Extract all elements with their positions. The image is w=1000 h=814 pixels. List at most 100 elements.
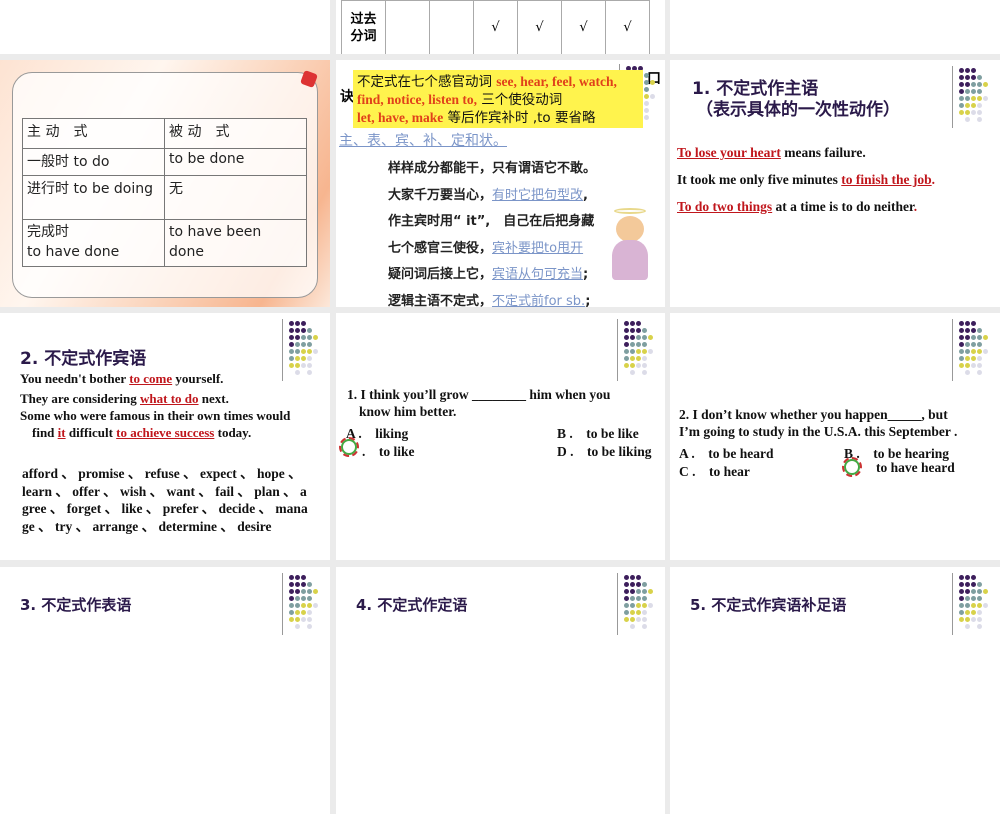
slide-thumbnail[interactable]: 5. 不定式作宾语补足语 <box>670 567 1000 814</box>
dot <box>977 103 982 108</box>
header-cell: 主 动 式 <box>22 118 165 149</box>
text: 逻辑主语不定式， <box>388 293 493 308</box>
dot <box>642 589 647 594</box>
dot <box>301 363 306 368</box>
text: , <box>583 187 588 203</box>
dot <box>307 342 312 347</box>
check-cell: √ <box>561 0 606 54</box>
example-sentence: You needn't bother to come yourself. <box>20 371 223 387</box>
poem-line: 样样成分都能干，只有谓语它不敢。 <box>388 156 596 183</box>
dot <box>307 589 312 594</box>
dot <box>630 624 635 629</box>
dot <box>644 108 649 113</box>
dot <box>959 363 964 368</box>
dot <box>971 110 976 115</box>
text: at a time is to do neither <box>772 199 914 214</box>
dot <box>959 110 964 115</box>
dot <box>977 370 982 375</box>
dot <box>977 596 982 601</box>
slide-thumbnail[interactable]: 2. I don’t know whether you happen_____,… <box>670 313 1000 560</box>
dot <box>971 617 976 622</box>
dot <box>959 68 964 73</box>
dot <box>636 575 641 580</box>
dot <box>630 342 635 347</box>
dot <box>977 603 982 608</box>
dot <box>971 335 976 340</box>
dot <box>650 80 655 85</box>
text: what to do <box>140 391 199 406</box>
dot <box>959 342 964 347</box>
dot <box>965 610 970 615</box>
dot <box>644 94 649 99</box>
text: next. <box>198 391 229 406</box>
slide-thumbnail[interactable]: 3. 不定式作表语 <box>0 567 330 814</box>
slide-thumbnail[interactable]: 过去 分词 √ √ √ √ <box>336 0 665 54</box>
check-cell: √ <box>473 0 518 54</box>
dot <box>642 370 647 375</box>
dot <box>971 356 976 361</box>
dot <box>301 328 306 333</box>
dot <box>965 117 970 122</box>
dot <box>977 610 982 615</box>
dot <box>295 370 300 375</box>
dot <box>965 89 970 94</box>
dot <box>648 589 653 594</box>
slide-thumbnail[interactable]: 诀 口 不定式在七个感官动词 see, hear, feel, watch, f… <box>336 60 665 307</box>
cell: 完成时 to have done <box>22 219 165 267</box>
dot <box>959 349 964 354</box>
dot <box>624 349 629 354</box>
text: To lose your heart <box>677 145 781 160</box>
dot <box>971 582 976 587</box>
dot <box>307 335 312 340</box>
slide-thumbnail[interactable] <box>670 0 1000 54</box>
option-c: C . to hear <box>679 464 750 479</box>
dot <box>971 321 976 326</box>
dot <box>971 342 976 347</box>
dot <box>289 363 294 368</box>
slide-thumbnail[interactable]: 4. 不定式作定语 <box>336 567 665 814</box>
dot <box>307 596 312 601</box>
dot <box>977 617 982 622</box>
dot <box>971 75 976 80</box>
text: difficult <box>65 425 117 440</box>
question-text: 1. I think you’ll grow ________ him when… <box>347 387 611 402</box>
dot <box>295 363 300 368</box>
cell: to be done <box>164 148 307 176</box>
example-sentence: To lose your heart means failure. <box>677 145 866 161</box>
dot <box>295 335 300 340</box>
dot <box>307 582 312 587</box>
dot <box>301 335 306 340</box>
sun-icon <box>842 457 862 477</box>
slide-thumbnail[interactable]: 1. 不定式作主语 （表示具体的一次性动作） To lose your hear… <box>670 60 1000 307</box>
dot <box>289 610 294 615</box>
dot <box>301 575 306 580</box>
dot <box>965 582 970 587</box>
dot <box>624 328 629 333</box>
dot <box>636 342 641 347</box>
dot <box>630 617 635 622</box>
slide-thumbnail[interactable]: 主 动 式被 动 式 一般时 to do to be done 进行时 to be… <box>0 60 330 307</box>
slide-subtitle: （表示具体的一次性动作） <box>696 100 900 120</box>
slide-thumbnail[interactable] <box>0 0 330 54</box>
dot <box>313 589 318 594</box>
slide-thumbnail[interactable]: 2. 不定式作宾语 You needn't bother to come you… <box>0 313 330 560</box>
dot <box>307 349 312 354</box>
dot <box>977 89 982 94</box>
slide-thumbnail[interactable]: 1. I think you’ll grow ________ him when… <box>336 313 665 560</box>
text: find <box>32 425 58 440</box>
dot <box>971 96 976 101</box>
example-sentence: find it difficult to achieve success tod… <box>32 425 251 441</box>
dot <box>965 596 970 601</box>
cell: 进行时 to be doing <box>22 175 165 220</box>
angel-image <box>608 208 652 282</box>
slide-title: 2. 不定式作宾语 <box>20 349 147 369</box>
dot <box>971 82 976 87</box>
text: 有时它把句型改 <box>492 187 584 203</box>
dot <box>295 349 300 354</box>
dot <box>289 321 294 326</box>
cell <box>429 0 474 54</box>
text: today. <box>214 425 252 440</box>
dot <box>624 575 629 580</box>
text: ; <box>583 267 589 282</box>
dot <box>307 370 312 375</box>
